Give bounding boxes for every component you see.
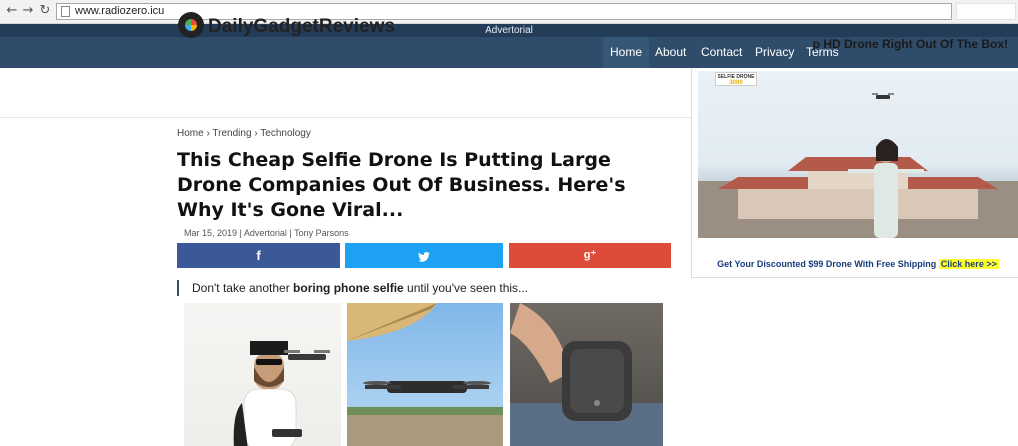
forward-arrow-icon[interactable]: → <box>20 3 36 19</box>
nav-home[interactable]: Home <box>603 37 650 68</box>
article-headline: This Cheap Selfie Drone Is Putting Large… <box>177 149 626 221</box>
advertorial-bar: Advertorial <box>0 24 1018 37</box>
page-icon <box>61 6 70 17</box>
breadcrumb-home[interactable]: Home <box>177 128 204 139</box>
ad-drone-image[interactable] <box>698 71 1018 238</box>
extension-area[interactable] <box>956 3 1016 20</box>
site-header <box>0 68 694 118</box>
ad-cta: Get Your Discounted $99 Drone With Free … <box>700 259 1016 269</box>
google-plus-icon: g⁺ <box>583 249 597 261</box>
breadcrumb: Home › Trending › Technology <box>177 128 311 139</box>
intro-quote: Don't take another boring phone selfie u… <box>177 280 528 296</box>
quote-text-pre: Don't take another <box>192 281 294 295</box>
ad-cta-text: Get Your Discounted $99 Drone With Free … <box>717 259 937 269</box>
quote-text-post: until you've seen this... <box>403 281 529 295</box>
site-logo-text[interactable]: DailyGadgetReviews <box>208 16 395 38</box>
facebook-share-button[interactable]: f <box>177 243 340 268</box>
browser-toolbar: ← → ↻ www.radiozero.icu <box>0 0 1018 24</box>
back-arrow-icon[interactable]: ← <box>4 3 20 19</box>
nav-about[interactable]: About <box>648 37 693 68</box>
photo-drone-in-pocket <box>510 303 663 446</box>
twitter-bird-icon <box>418 251 430 262</box>
breadcrumb-trending[interactable]: Trending <box>212 128 251 139</box>
breadcrumb-separator: › <box>206 128 210 139</box>
photo-man-flying-drone <box>184 303 341 446</box>
badge-line2: 3000 <box>729 80 743 86</box>
quote-text-bold: boring phone selfie <box>293 281 404 295</box>
google-plus-share-button[interactable]: g⁺ <box>509 243 671 268</box>
ad-cta-link[interactable]: Click here >> <box>938 259 999 269</box>
advertorial-label: Advertorial <box>485 25 533 36</box>
breadcrumb-separator: › <box>254 128 258 139</box>
photo-drone-under-umbrella <box>347 303 503 446</box>
ad-headline[interactable]: p HD Drone Right Out Of The Box! <box>700 37 1018 68</box>
breadcrumb-technology[interactable]: Technology <box>260 128 311 139</box>
twitter-share-button[interactable] <box>345 243 503 268</box>
ad-product-badge: SELFIE DRONE 3000 <box>715 72 757 86</box>
url-text: www.radiozero.icu <box>75 5 165 17</box>
reload-icon[interactable]: ↻ <box>37 3 53 19</box>
article-meta: Mar 15, 2019 | Advertorial | Tony Parson… <box>184 228 349 238</box>
facebook-icon: f <box>256 248 261 263</box>
gear-camera-logo-icon[interactable] <box>178 12 204 38</box>
